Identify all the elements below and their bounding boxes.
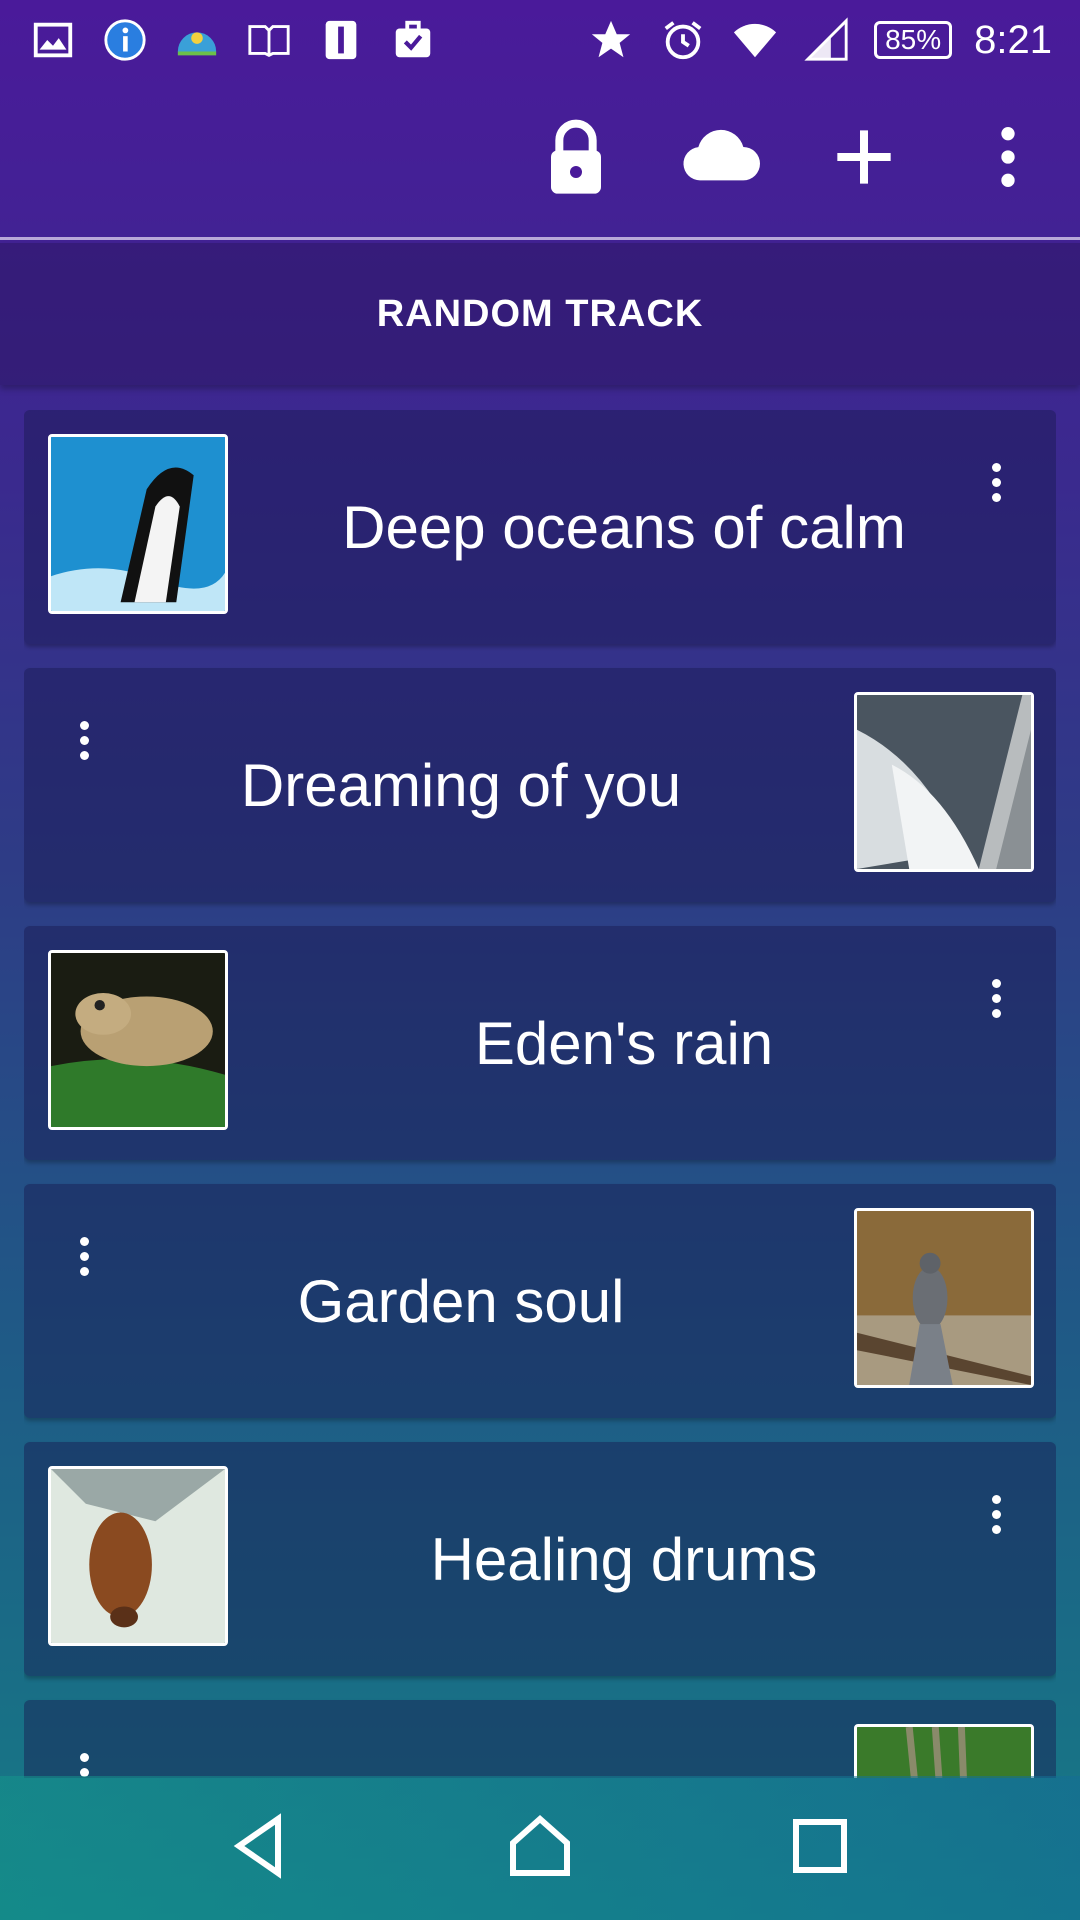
briefcase-check-icon — [388, 15, 438, 65]
signal-icon — [802, 15, 852, 65]
status-left-icons — [28, 15, 438, 65]
home-icon — [504, 1810, 576, 1886]
track-title: Deep oceans of calm — [342, 493, 906, 561]
track-card[interactable]: Eden's rain — [24, 926, 1056, 1160]
back-button[interactable] — [200, 1788, 320, 1908]
cloud-icon — [680, 117, 760, 201]
weather-icon — [172, 15, 222, 65]
track-title: Garden soul — [297, 1267, 625, 1335]
track-more-button[interactable] — [976, 1484, 1016, 1544]
bat-thumbnail — [48, 1466, 228, 1646]
orca-thumbnail — [48, 434, 228, 614]
info-icon — [100, 15, 150, 65]
clock: 8:21 — [974, 17, 1052, 62]
tablet-icon — [316, 15, 366, 65]
wifi-icon — [730, 15, 780, 65]
battery-indicator: 85% — [874, 21, 953, 59]
home-button[interactable] — [480, 1788, 600, 1908]
lock-icon — [536, 117, 616, 201]
track-card[interactable]: Healing drums — [24, 1442, 1056, 1676]
track-title: Eden's rain — [474, 1009, 774, 1077]
track-more-button[interactable] — [976, 452, 1016, 512]
track-card[interactable] — [24, 1700, 1056, 1778]
image-icon — [28, 15, 78, 65]
water-spray-thumbnail — [854, 692, 1034, 872]
track-card[interactable]: Deep oceans of calm — [24, 410, 1056, 644]
track-more-button[interactable] — [976, 968, 1016, 1028]
more-options-button[interactable] — [936, 87, 1080, 231]
cloud-button[interactable] — [648, 87, 792, 231]
navigation-bar — [0, 1776, 1080, 1920]
toolbar — [0, 80, 1080, 240]
recents-button[interactable] — [760, 1788, 880, 1908]
status-bar: 85% 8:21 — [0, 0, 1080, 80]
status-right-icons: 85% 8:21 — [586, 15, 1052, 65]
star-icon — [586, 15, 636, 65]
track-title: Healing drums — [430, 1525, 818, 1593]
random-track-button[interactable]: RANDOM TRACK — [0, 243, 1080, 385]
bird-thumbnail — [854, 1208, 1034, 1388]
alarm-icon — [658, 15, 708, 65]
track-title: Dreaming of you — [240, 751, 682, 819]
more-vert-icon — [968, 117, 1048, 201]
recents-icon — [784, 1810, 856, 1886]
track-card[interactable]: Dreaming of you — [24, 668, 1056, 902]
track-card[interactable]: Garden soul — [24, 1184, 1056, 1418]
bamboo-thumbnail — [854, 1724, 1034, 1778]
book-icon — [244, 15, 294, 65]
frog-thumbnail — [48, 950, 228, 1130]
add-icon — [824, 117, 904, 201]
track-list: Deep oceans of calm Dreaming of you Eden… — [24, 410, 1056, 1778]
back-icon — [224, 1810, 296, 1886]
lock-button[interactable] — [504, 87, 648, 231]
add-button[interactable] — [792, 87, 936, 231]
track-title — [94, 1700, 828, 1778]
